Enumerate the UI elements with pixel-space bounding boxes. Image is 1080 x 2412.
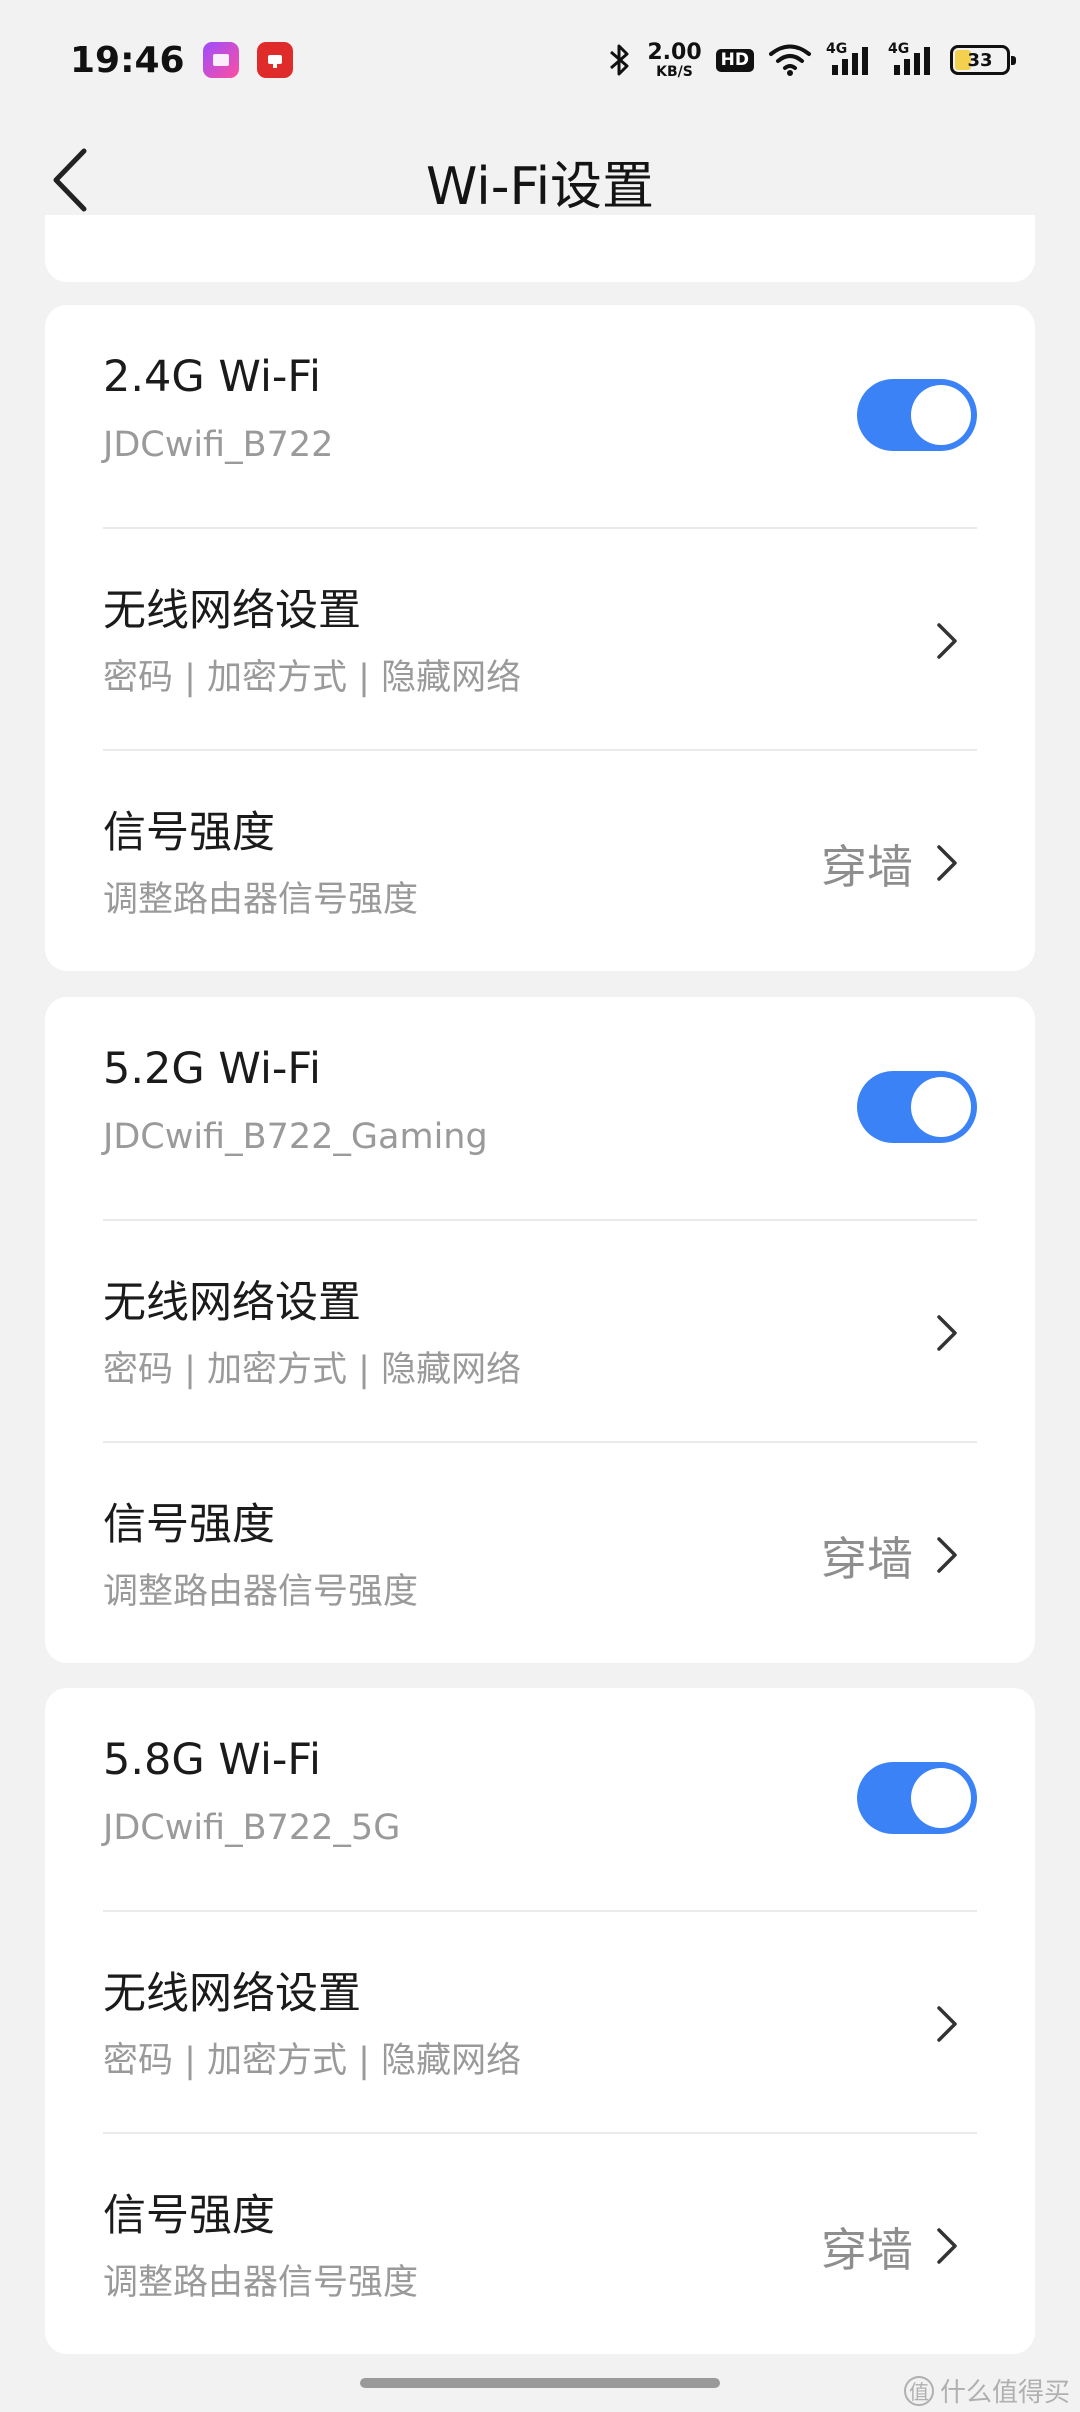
signal-bars-icon	[894, 47, 930, 75]
band-toggle-row: 2.4G Wi-Fi JDCwifi_B722	[103, 305, 977, 527]
band-name: 5.8G Wi-Fi	[103, 1735, 321, 1785]
signal-strength-row[interactable]: 信号强度 调整路由器信号强度 穿墙	[103, 1441, 977, 1663]
band-enable-toggle[interactable]	[857, 1071, 977, 1143]
signal-strength-value: 穿墙	[821, 1532, 913, 1586]
wifi-band-card: 5.8G Wi-Fi JDCwifi_B722_5G 无线网络设置 密码 | 加…	[45, 1688, 1035, 2354]
signal-strength-title: 信号强度	[103, 2191, 275, 2241]
notification-pay-icon	[256, 42, 293, 78]
net-speed-value: 2.00	[647, 39, 702, 65]
status-bar: 19:46 2.00 KB/S HD 4G 4G 33	[0, 0, 1080, 120]
signal-strength-value: 穿墙	[821, 2223, 913, 2277]
watermark-text: 什么值得买	[939, 2378, 1070, 2408]
signal-strength-title: 信号强度	[103, 1500, 275, 1550]
band-name: 2.4G Wi-Fi	[103, 352, 321, 402]
wireless-settings-row[interactable]: 无线网络设置 密码 | 加密方式 | 隐藏网络	[103, 1219, 977, 1441]
signal-bars-icon	[832, 47, 868, 75]
status-indicators: 2.00 KB/S HD 4G 4G 33	[607, 39, 1016, 80]
band-toggle-row: 5.2G Wi-Fi JDCwifi_B722_Gaming	[103, 997, 977, 1219]
band-toggle-row: 5.8G Wi-Fi JDCwifi_B722_5G	[103, 1688, 977, 1910]
signal-strength-subtitle: 调整路由器信号强度	[103, 880, 419, 920]
signal-strength-subtitle: 调整路由器信号强度	[103, 1572, 419, 1612]
chevron-right-icon	[937, 623, 957, 659]
signal-strength-subtitle: 调整路由器信号强度	[103, 2263, 419, 2303]
wireless-settings-subtitle: 密码 | 加密方式 | 隐藏网络	[103, 1350, 522, 1390]
wifi-band-card: 2.4G Wi-Fi JDCwifi_B722 无线网络设置 密码 | 加密方式…	[45, 305, 1035, 971]
ssid: JDCwifi_B722	[103, 425, 334, 465]
chevron-right-icon	[937, 1537, 957, 1573]
toggle-knob	[911, 1077, 971, 1137]
battery-cap	[1011, 56, 1016, 65]
net-speed: 2.00 KB/S	[647, 39, 702, 80]
ssid: JDCwifi_B722_5G	[103, 1808, 401, 1848]
bluetooth-icon	[610, 44, 629, 76]
wifi-band-card: 5.2G Wi-Fi JDCwifi_B722_Gaming 无线网络设置 密码…	[45, 997, 1035, 1663]
wireless-settings-row[interactable]: 无线网络设置 密码 | 加密方式 | 隐藏网络	[103, 527, 977, 749]
battery-level: 33	[967, 49, 993, 71]
toggle-knob	[911, 1768, 971, 1828]
cellular-signal-2: 4G	[888, 41, 936, 77]
toggle-knob	[911, 385, 971, 445]
wireless-settings-subtitle: 密码 | 加密方式 | 隐藏网络	[103, 658, 522, 698]
chevron-right-icon	[937, 1315, 957, 1351]
watermark-logo-icon: 值	[903, 2375, 934, 2406]
signal-strength-title: 信号强度	[103, 808, 275, 858]
wireless-settings-subtitle: 密码 | 加密方式 | 隐藏网络	[103, 2041, 522, 2081]
wireless-settings-title: 无线网络设置	[103, 1278, 361, 1328]
wireless-settings-title: 无线网络设置	[103, 1969, 361, 2019]
ssid: JDCwifi_B722_Gaming	[103, 1117, 488, 1157]
signal-strength-row[interactable]: 信号强度 调整路由器信号强度 穿墙	[103, 749, 977, 971]
page-title: Wi-Fi设置	[425, 157, 655, 217]
chevron-right-icon	[937, 845, 957, 881]
status-time: 19:46	[70, 39, 185, 81]
net-speed-unit: KB/S	[656, 63, 693, 80]
signal-strength-row[interactable]: 信号强度 调整路由器信号强度 穿墙	[103, 2132, 977, 2354]
notification-app-icon	[202, 42, 239, 78]
wireless-settings-title: 无线网络设置	[103, 586, 361, 636]
chevron-right-icon	[937, 2228, 957, 2264]
cellular-signal-1: 4G	[826, 41, 874, 77]
watermark: 值 什么值得买	[903, 2372, 1070, 2409]
battery-icon: 33	[950, 45, 1016, 75]
wireless-settings-row[interactable]: 无线网络设置 密码 | 加密方式 | 隐藏网络	[103, 1910, 977, 2132]
band-name: 5.2G Wi-Fi	[103, 1044, 321, 1094]
band-enable-toggle[interactable]	[857, 379, 977, 451]
home-indicator[interactable]	[360, 2378, 720, 2388]
hd-icon: HD	[715, 48, 754, 72]
card-partial	[45, 215, 1035, 282]
band-enable-toggle[interactable]	[857, 1762, 977, 1834]
signal-strength-value: 穿墙	[821, 840, 913, 894]
wifi-icon	[769, 44, 811, 76]
chevron-right-icon	[937, 2006, 957, 2042]
